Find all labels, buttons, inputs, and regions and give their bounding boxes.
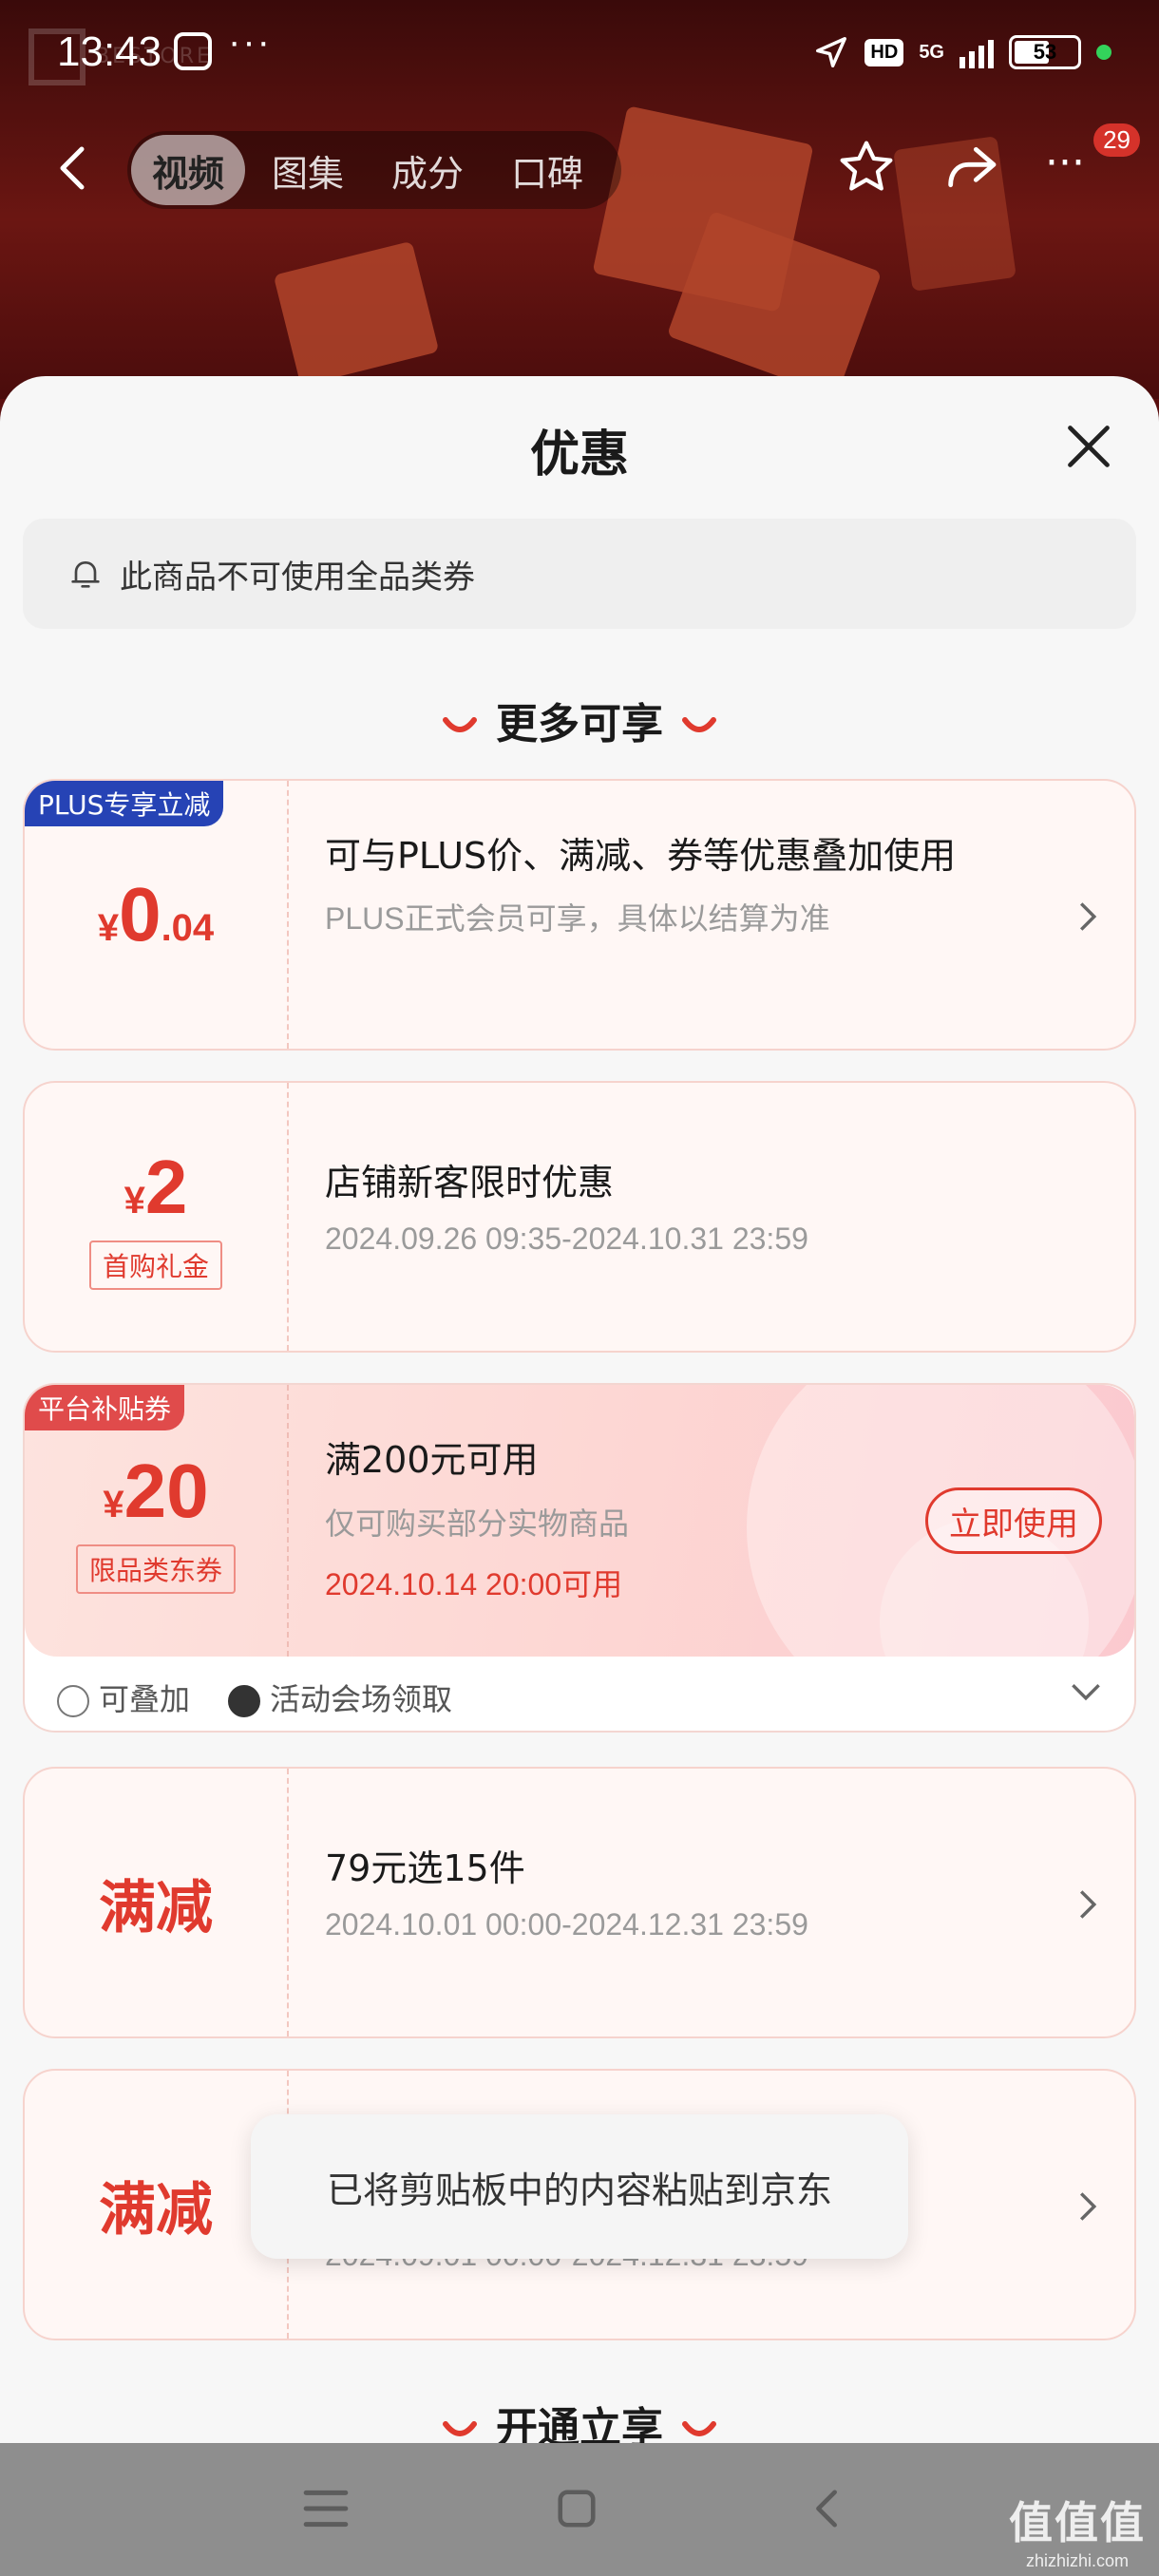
coupon-threshold: 满200元可用 [325, 1439, 539, 1481]
full-reduction-label: 满减 [99, 1874, 213, 1941]
close-icon[interactable] [1064, 422, 1113, 471]
new-customer-amount: ¥2 [124, 1145, 188, 1229]
use-now-button[interactable]: 立即使用 [925, 1487, 1102, 1554]
chevron-right-icon [1079, 2192, 1097, 2221]
share-icon[interactable] [940, 137, 1001, 198]
product-top-nav: 视频 图集 成分 口碑 ··· 29 [0, 123, 1159, 215]
new-customer-title: 店铺新客限时优惠 [325, 1162, 615, 1203]
smile-decoration-icon [443, 717, 477, 732]
hd-badge: HD [864, 38, 904, 66]
stackable-info: 可叠加 [57, 1676, 190, 1719]
clock-app-icon [174, 32, 212, 70]
chevron-down-icon[interactable] [1070, 1681, 1102, 1702]
clipboard-toast: 已将剪贴板中的内容粘贴到京东 [251, 2114, 908, 2259]
menu-icon[interactable] [302, 2487, 350, 2530]
sheet-title: 优惠 [529, 426, 629, 483]
favorite-star-icon[interactable] [836, 137, 897, 198]
coupon-available-time: 2024.10.14 20:00可用 [325, 1567, 623, 1601]
chevron-right-icon [1079, 1890, 1097, 1919]
media-tabs: 视频 图集 成分 口碑 [127, 131, 621, 209]
coupon-scope: 仅可购买部分实物商品 [325, 1506, 630, 1542]
smile-decoration-icon [443, 2421, 477, 2436]
battery-level: 53 [1033, 40, 1057, 64]
battery-icon: 53 [1009, 35, 1081, 69]
chevron-right-icon [1079, 902, 1097, 931]
plus-discount-title: 可与PLUS价、满减、券等优惠叠加使用 [325, 835, 957, 877]
tab-reviews[interactable]: 口碑 [490, 135, 604, 205]
plus-discount-subtitle: PLUS正式会员可享，具体以结算为准 [325, 901, 830, 936]
smile-decoration-icon [682, 2421, 716, 2436]
status-bar: 13:43 ··· HD 5G 53 [0, 0, 1159, 114]
coupon-footer: 可叠加 活动会场领取 [57, 1676, 452, 1719]
network-type: 5G [919, 42, 944, 63]
section-more-benefits: 更多可享 [0, 690, 1159, 750]
bell-icon [71, 561, 100, 588]
tab-gallery[interactable]: 图集 [251, 135, 365, 205]
coupon-notice: 此商品不可使用全品类券 [23, 519, 1136, 629]
plus-discount-amount: ¥0.04 [97, 872, 215, 957]
watermark-logo: 值值值 zhizhizhi.com [1009, 2497, 1146, 2570]
tab-video[interactable]: 视频 [131, 135, 246, 205]
more-notifications-icon: ··· [228, 21, 272, 63]
full-reduction-card[interactable]: 满减 79元选15件 2024.10.01 00:00-2024.12.31 2… [23, 1767, 1136, 2038]
stack-icon [57, 1685, 89, 1717]
full-reduction-label: 满减 [99, 2176, 213, 2244]
tab-ingredients[interactable]: 成分 [370, 135, 484, 205]
smile-decoration-icon [682, 717, 716, 732]
full-reduction-title: 79元选15件 [325, 1847, 525, 1889]
product-image-fragment [273, 240, 440, 387]
new-customer-period: 2024.09.26 09:35-2024.10.31 23:59 [325, 1222, 808, 1256]
first-purchase-tag: 首购礼金 [88, 1241, 222, 1290]
signal-icon [960, 36, 994, 68]
platform-coupon-amount: ¥20 [103, 1449, 209, 1533]
notice-text: 此商品不可使用全品类券 [120, 558, 475, 597]
home-icon[interactable] [553, 2487, 600, 2530]
full-reduction-period: 2024.10.01 00:00-2024.12.31 23:59 [325, 1907, 808, 1941]
ticket-icon [228, 1685, 261, 1717]
message-count-badge: 29 [1093, 123, 1140, 157]
platform-coupon-card: 平台补贴券 ¥20 限品类东券 满200元可用 仅可购买部分实物商品 2024.… [23, 1383, 1136, 1733]
system-nav-bar [0, 2443, 1159, 2576]
location-icon [816, 37, 847, 67]
privacy-indicator [1096, 45, 1112, 60]
section-open-benefits: 开通立享 [0, 2394, 1159, 2443]
back-icon[interactable] [804, 2487, 851, 2530]
platform-coupon-body[interactable]: 平台补贴券 ¥20 限品类东券 满200元可用 仅可购买部分实物商品 2024.… [25, 1385, 1134, 1727]
category-coupon-tag: 限品类东券 [75, 1544, 236, 1594]
plus-discount-card[interactable]: PLUS专享立减 ¥0.04 可与PLUS价、满减、券等优惠叠加使用 PLUS正… [23, 779, 1136, 1051]
coupon-source-info: 活动会场领取 [228, 1676, 452, 1719]
status-time: 13:43 [57, 28, 162, 75]
back-arrow-icon[interactable] [53, 144, 91, 192]
new-customer-card[interactable]: ¥2 首购礼金 店铺新客限时优惠 2024.09.26 09:35-2024.1… [23, 1081, 1136, 1353]
